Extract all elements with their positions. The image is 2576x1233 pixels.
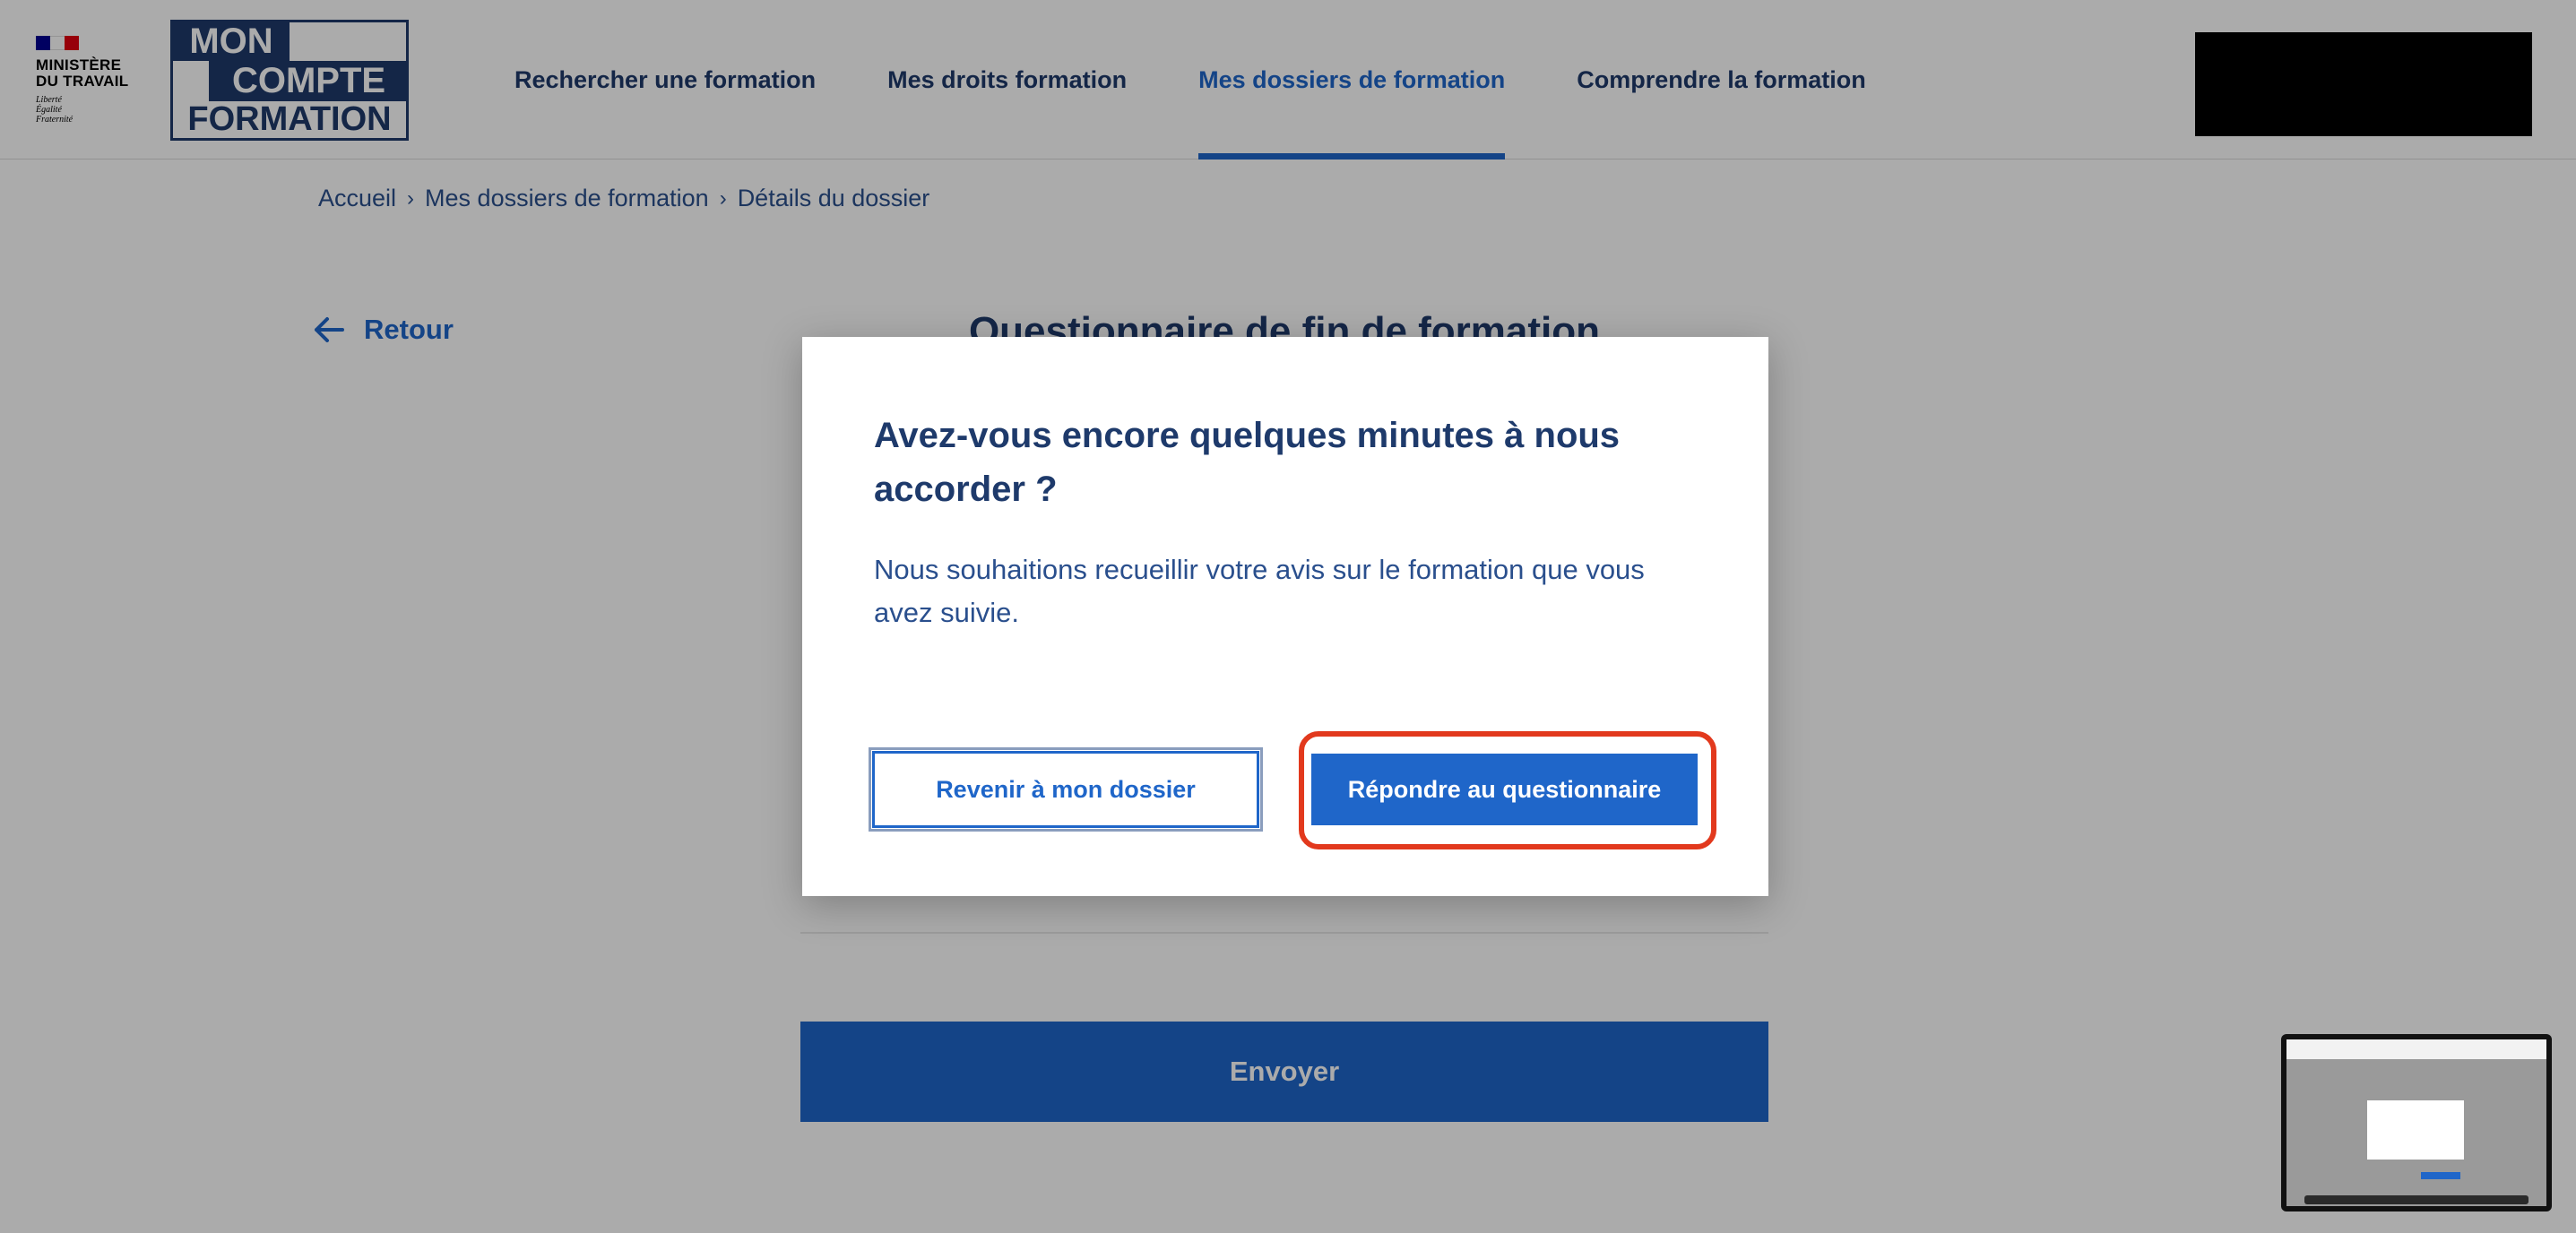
thumbnail-modal — [2367, 1100, 2464, 1160]
back-to-dossier-button[interactable]: Revenir à mon dossier — [869, 747, 1263, 832]
modal-title: Avez-vous encore quelques minutes à nous… — [874, 416, 1621, 509]
thumbnail-topbar — [2286, 1039, 2546, 1059]
modal-text: Nous souhaitions recueillir votre avis s… — [874, 554, 1645, 628]
answer-questionnaire-button[interactable]: Répondre au questionnaire — [1311, 754, 1698, 825]
screenshot-thumbnail[interactable] — [2281, 1034, 2552, 1211]
thumbnail-screen — [2286, 1039, 2546, 1206]
survey-modal: Avez-vous encore quelques minutes à nous… — [802, 337, 1768, 896]
thumbnail-dock — [2304, 1195, 2528, 1204]
thumbnail-button — [2421, 1172, 2460, 1179]
